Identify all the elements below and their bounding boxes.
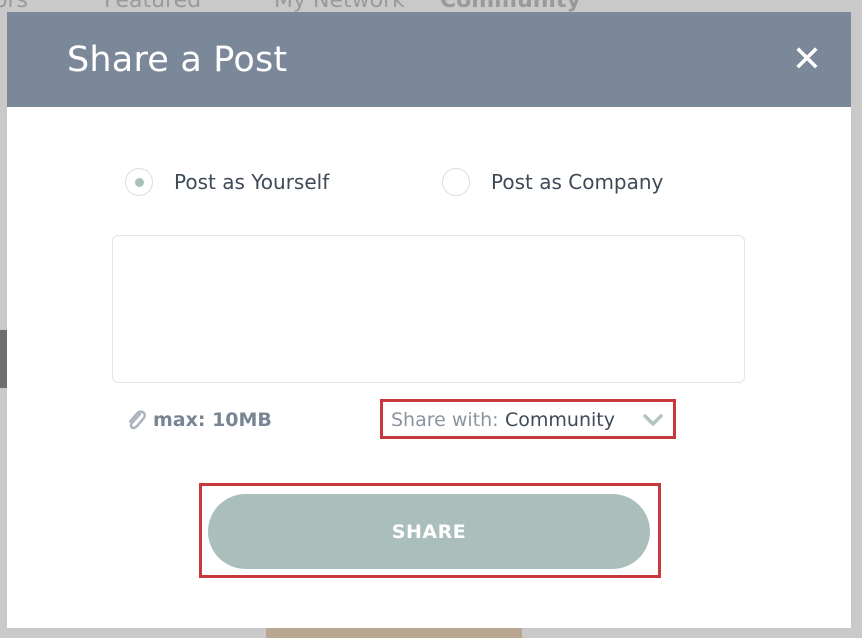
- modal-title: Share a Post: [67, 40, 288, 80]
- post-as-yourself-option[interactable]: Post as Yourself: [125, 167, 329, 197]
- radio-button[interactable]: [442, 168, 470, 196]
- attach-file-button[interactable]: max: 10MB: [125, 408, 272, 432]
- share-with-value: Community: [505, 409, 615, 431]
- share-button[interactable]: SHARE: [208, 494, 650, 569]
- share-with-dropdown[interactable]: Share with: Community: [380, 399, 676, 439]
- modal-header: Share a Post ✕: [7, 12, 851, 107]
- chevron-down-icon: [642, 412, 664, 428]
- radio-button-checked[interactable]: [125, 168, 153, 196]
- share-with-label: Share with:: [391, 409, 499, 431]
- share-post-modal: Share a Post ✕ Post as Yourself Post as …: [7, 12, 851, 628]
- post-text-input[interactable]: [112, 235, 745, 383]
- post-as-company-option[interactable]: Post as Company: [442, 167, 663, 197]
- attachment-size-label: max: 10MB: [153, 409, 272, 431]
- paperclip-icon: [125, 408, 147, 432]
- radio-label: Post as Yourself: [174, 170, 330, 194]
- radio-label: Post as Company: [491, 170, 664, 194]
- close-icon[interactable]: ✕: [789, 42, 825, 78]
